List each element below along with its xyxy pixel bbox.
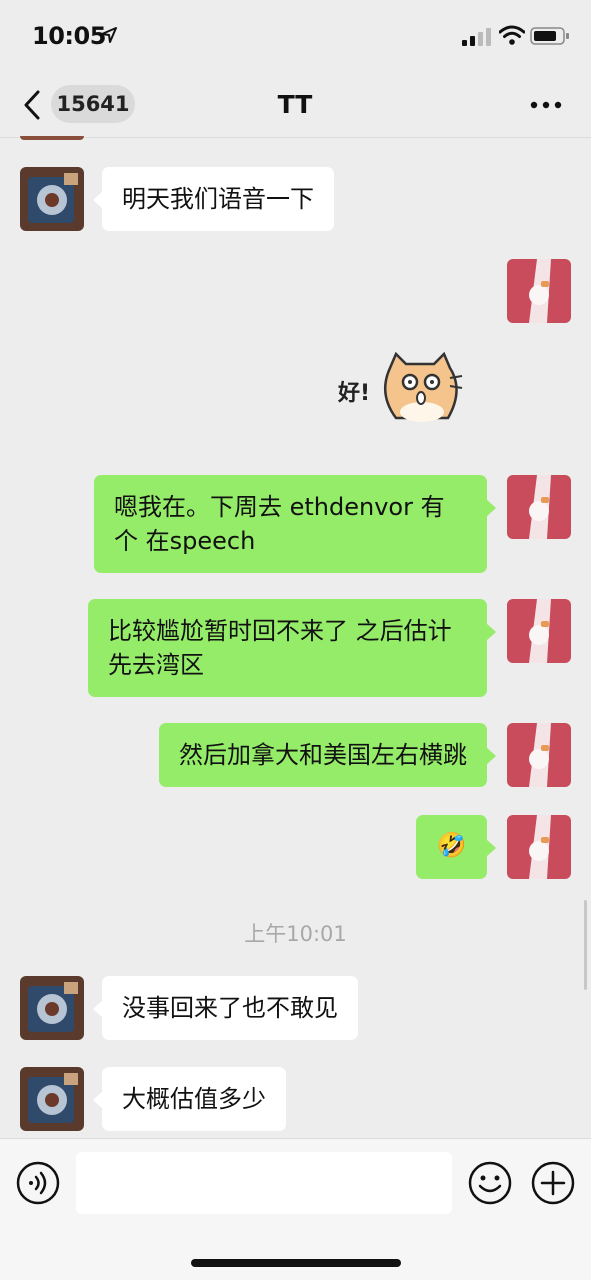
- self-avatar-image: [507, 259, 571, 323]
- self-avatar[interactable]: [507, 259, 571, 323]
- voice-icon[interactable]: [16, 1161, 60, 1205]
- home-indicator[interactable]: [191, 1259, 401, 1267]
- plus-circle-icon[interactable]: [531, 1161, 575, 1205]
- self-avatar[interactable]: [507, 599, 571, 663]
- message-text: 嗯我在。下周去 ethdenvor 有个 在speech: [114, 493, 445, 555]
- message-bubble-incoming[interactable]: 没事回来了也不敢见: [93, 976, 358, 1040]
- message-bubble-incoming[interactable]: 明天我们语音一下: [93, 167, 334, 231]
- message-text: 明天我们语音一下: [122, 185, 314, 213]
- message-bubble-outgoing[interactable]: 嗯我在。下周去 ethdenvor 有个 在speech: [94, 475, 496, 573]
- self-avatar-image: [507, 723, 571, 787]
- more-dots-icon[interactable]: [530, 99, 562, 111]
- self-avatar[interactable]: [507, 723, 571, 787]
- battery-icon: [530, 27, 569, 45]
- contact-avatar-image: [20, 976, 84, 1040]
- self-avatar-image: [507, 815, 571, 879]
- status-bar: 10:05: [0, 0, 591, 72]
- chat-header: 15641 TT: [0, 72, 591, 138]
- self-avatar-image: [507, 599, 571, 663]
- message-input[interactable]: [76, 1152, 452, 1214]
- contact-avatar[interactable]: [20, 976, 84, 1040]
- message-text: 大概估值多少: [122, 1085, 266, 1113]
- contact-avatar[interactable]: [20, 167, 84, 231]
- message-timestamp: 上午10:01: [244, 922, 347, 946]
- emoji-message: 🤣: [436, 831, 467, 859]
- contact-avatar[interactable]: [20, 1067, 84, 1131]
- contact-avatar-image: [20, 1067, 84, 1131]
- cat-sticker[interactable]: 好!: [338, 348, 468, 428]
- previous-message-edge: [20, 136, 84, 140]
- wifi-icon: [499, 25, 525, 45]
- scroll-indicator[interactable]: [584, 900, 587, 990]
- message-bubble-outgoing[interactable]: 比较尴尬暂时回不来了 之后估计先去湾区: [88, 599, 496, 697]
- message-text: 比较尴尬暂时回不来了 之后估计先去湾区: [108, 617, 452, 679]
- message-bubble-outgoing[interactable]: 然后加拿大和美国左右横跳: [159, 723, 496, 787]
- chat-title: TT: [277, 90, 313, 119]
- emoji-icon[interactable]: [468, 1161, 512, 1205]
- message-bubble-outgoing[interactable]: 🤣: [416, 815, 496, 879]
- contact-avatar-image: [20, 167, 84, 231]
- self-avatar[interactable]: [507, 475, 571, 539]
- status-time: 10:05: [32, 22, 106, 50]
- message-bubble-incoming[interactable]: 大概估值多少: [93, 1067, 286, 1131]
- unread-count-badge[interactable]: 15641: [51, 85, 135, 123]
- sticker-text: 好!: [338, 380, 370, 406]
- message-text: 然后加拿大和美国左右横跳: [179, 741, 467, 769]
- message-text: 没事回来了也不敢见: [122, 994, 338, 1022]
- self-avatar-image: [507, 475, 571, 539]
- cellular-signal-icon: [462, 28, 491, 46]
- self-avatar[interactable]: [507, 815, 571, 879]
- chevron-left-icon[interactable]: [20, 88, 44, 122]
- location-arrow-icon: [101, 27, 117, 43]
